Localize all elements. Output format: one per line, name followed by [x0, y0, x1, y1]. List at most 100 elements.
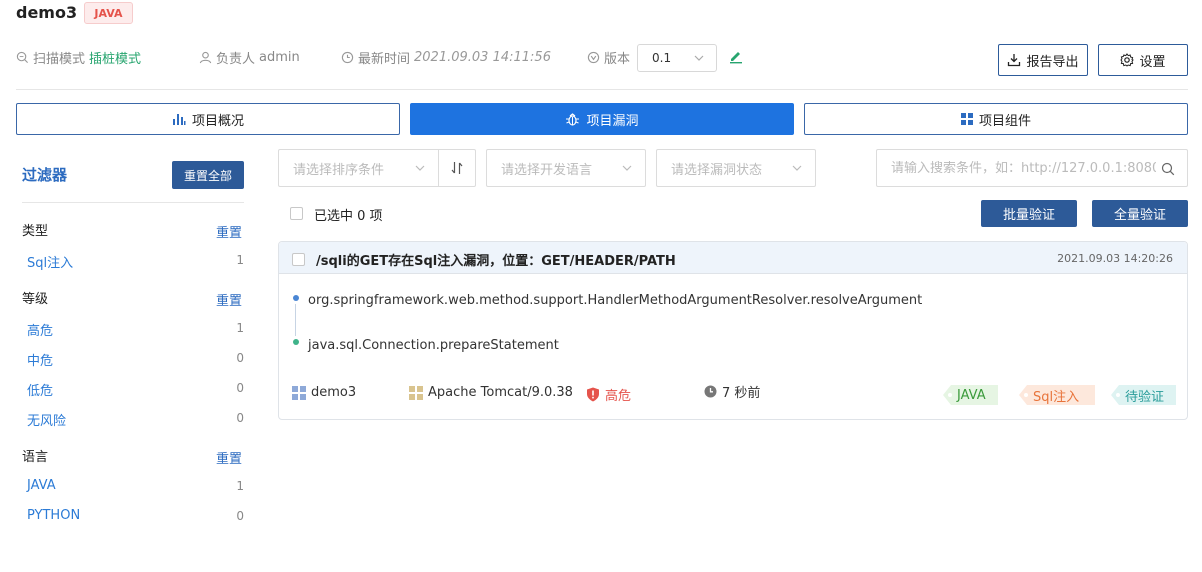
- section-level-reset[interactable]: 重置: [216, 290, 242, 309]
- tag-pending-verify-label: 待验证: [1125, 389, 1165, 405]
- vulnerability-time: 2021.09.03 14:20:26: [1057, 252, 1173, 265]
- batch-verify-button[interactable]: 批量验证: [981, 200, 1077, 227]
- latest-time: 最新时间 2021.09.03 14:11:56: [341, 48, 551, 67]
- chevron-down-icon: [792, 165, 802, 171]
- filter-item-sql-injection[interactable]: Sql注入: [27, 252, 73, 271]
- sort-select[interactable]: 请选择排序条件: [278, 149, 439, 187]
- chevron-down-icon: [694, 55, 704, 61]
- tag-java-label: JAVA: [957, 387, 986, 403]
- filter-count: 0: [236, 509, 244, 523]
- language-badge: JAVA: [84, 2, 133, 24]
- tab-overview-label: 项目概况: [191, 113, 244, 129]
- filter-item-java[interactable]: JAVA: [27, 478, 56, 493]
- shield-icon: [587, 387, 599, 402]
- vulnerability-age: 7 秒前: [704, 382, 760, 401]
- filter-count: 0: [236, 411, 244, 425]
- version-icon: [587, 51, 600, 64]
- tag-sql-injection: Sql注入: [1019, 385, 1095, 405]
- selected-count: 已选中 0 项: [314, 209, 383, 224]
- status-select[interactable]: 请选择漏洞状态: [656, 149, 816, 187]
- tag-hole: [948, 393, 952, 397]
- tag-hole: [1116, 393, 1120, 397]
- select-all-checkbox[interactable]: [290, 207, 303, 220]
- tag-hole: [1024, 393, 1028, 397]
- filter-item-low[interactable]: 低危: [27, 380, 53, 399]
- bug-icon: [566, 112, 580, 126]
- edit-icon[interactable]: [728, 48, 744, 64]
- tab-vulnerabilities-label: 项目漏洞: [586, 113, 639, 129]
- trace-sink: java.sql.Connection.prepareStatement: [308, 338, 559, 353]
- sidebar-divider: [22, 202, 244, 203]
- latest-time-value: 2021.09.03 14:11:56: [414, 50, 551, 65]
- trace-dot-sink: [293, 339, 299, 345]
- trace-dot-source: [293, 295, 299, 301]
- vulnerability-checkbox[interactable]: [292, 253, 305, 266]
- project-title: demo3: [16, 3, 78, 22]
- reset-all-button[interactable]: 重置全部: [172, 161, 244, 189]
- download-icon: [1008, 54, 1021, 67]
- section-level-label: 等级: [22, 292, 49, 307]
- tab-overview[interactable]: 项目概况: [16, 103, 400, 135]
- settings-button[interactable]: 设置: [1098, 44, 1188, 76]
- export-report-label: 报告导出: [1026, 54, 1079, 70]
- level-value: 高危: [605, 389, 632, 404]
- section-type-label: 类型: [22, 224, 49, 239]
- language-placeholder: 请选择开发语言: [501, 162, 593, 178]
- filter-title: 过滤器: [22, 166, 68, 184]
- version-select-value: 0.1: [652, 51, 672, 65]
- clock-icon: [341, 51, 354, 64]
- search-box: [876, 149, 1188, 187]
- sort-icon: [451, 162, 463, 174]
- filter-count: 0: [236, 351, 244, 365]
- vulnerability-card[interactable]: /sqli的GET存在Sql注入漏洞，位置：GET/HEADER/PATH 20…: [278, 241, 1188, 420]
- filter-count: 1: [236, 321, 244, 335]
- version-label: 版本: [604, 52, 631, 67]
- filter-item-no-risk[interactable]: 无风险: [27, 410, 66, 429]
- verify-all-button[interactable]: 全量验证: [1092, 200, 1188, 227]
- project-grid-icon: [292, 385, 306, 400]
- filter-item-high[interactable]: 高危: [27, 320, 53, 339]
- section-type-reset[interactable]: 重置: [216, 222, 242, 241]
- sort-placeholder: 请选择排序条件: [293, 162, 385, 178]
- section-language-reset[interactable]: 重置: [216, 448, 242, 467]
- scan-mode-value: 插桩模式: [89, 52, 142, 67]
- section-language-label: 语言: [22, 450, 49, 465]
- user-icon: [199, 51, 212, 64]
- card-header: /sqli的GET存在Sql注入漏洞，位置：GET/HEADER/PATH 20…: [279, 242, 1187, 274]
- owner-value: admin: [259, 50, 300, 65]
- filter-count: 1: [236, 253, 244, 267]
- vulnerability-title[interactable]: /sqli的GET存在Sql注入漏洞，位置：GET/HEADER/PATH: [316, 250, 676, 269]
- filter-count: 1: [236, 479, 244, 493]
- export-report-button[interactable]: 报告导出: [998, 44, 1088, 76]
- vulnerability-project: demo3: [292, 385, 356, 400]
- sort-order-button[interactable]: [438, 149, 476, 187]
- filter-count: 0: [236, 381, 244, 395]
- bar-chart-icon: [172, 114, 186, 125]
- trace-line: [295, 304, 296, 336]
- scan-mode-label: 扫描模式: [33, 52, 86, 67]
- trace-source: org.springframework.web.method.support.H…: [308, 293, 923, 308]
- clock-icon: [704, 385, 717, 398]
- tab-components-label: 项目组件: [978, 113, 1031, 129]
- server-name: Apache Tomcat/9.0.38: [428, 385, 573, 400]
- settings-label: 设置: [1139, 54, 1166, 70]
- vulnerability-level: 高危: [586, 385, 631, 404]
- filter-item-python[interactable]: PYTHON: [27, 508, 80, 523]
- grid-icon: [960, 113, 973, 125]
- tab-components[interactable]: 项目组件: [804, 103, 1188, 135]
- gear-icon: [1120, 53, 1135, 67]
- search-input[interactable]: [891, 160, 1156, 176]
- project-name: demo3: [311, 385, 357, 400]
- version: 版本: [587, 48, 630, 67]
- age-value: 7 秒前: [722, 386, 761, 401]
- language-select[interactable]: 请选择开发语言: [486, 149, 646, 187]
- tab-vulnerabilities[interactable]: 项目漏洞: [410, 103, 794, 135]
- tag-sql-injection-label: Sql注入: [1033, 389, 1080, 405]
- version-select[interactable]: 0.1: [637, 44, 717, 72]
- search-icon[interactable]: [1161, 162, 1175, 176]
- tag-java: JAVA: [943, 385, 998, 405]
- scan-mode: 扫描模式 插桩模式: [16, 48, 141, 67]
- server-grid-icon: [409, 385, 423, 400]
- chevron-down-icon: [415, 165, 425, 171]
- filter-item-medium[interactable]: 中危: [27, 350, 53, 369]
